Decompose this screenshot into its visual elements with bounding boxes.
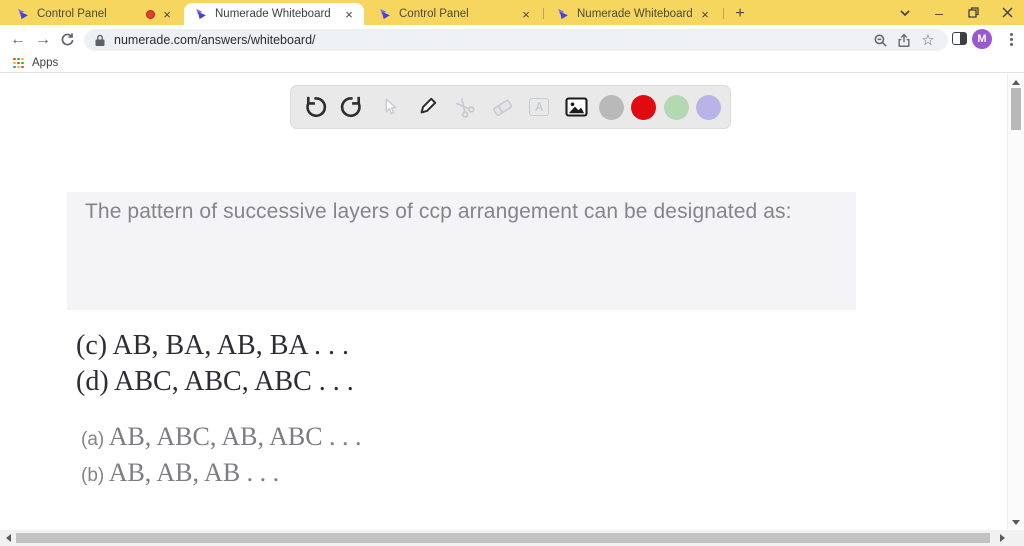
share-icon[interactable] <box>892 29 916 51</box>
apps-grid-icon[interactable] <box>13 57 24 69</box>
option-c-label: (c) <box>76 330 108 361</box>
tab-control-panel-2[interactable]: Control Panel × <box>368 3 541 25</box>
window-minimize-button[interactable]: – <box>924 0 954 25</box>
scroll-up-arrow-icon[interactable] <box>1008 76 1024 88</box>
whiteboard-toolbar: A <box>290 85 731 129</box>
tab-strip: Control Panel × Numerade Whiteboard × Co… <box>0 0 1024 25</box>
option-d-text: ABC, ABC, ABC . . . <box>114 366 354 397</box>
option-a-text: AB, ABC, AB, ABC . . . <box>108 422 362 451</box>
option-c: (c) AB, BA, AB, BA . . . <box>76 330 349 362</box>
option-b-text: AB, AB, AB . . . <box>108 458 280 487</box>
window-close-button[interactable] <box>992 0 1022 25</box>
numerade-favicon-icon <box>558 8 568 20</box>
zoom-icon[interactable] <box>868 29 892 51</box>
scroll-down-arrow-icon[interactable] <box>1008 516 1024 528</box>
tab-numerade-whiteboard-2[interactable]: Numerade Whiteboard × <box>546 3 720 25</box>
new-tab-button[interactable]: + <box>728 3 752 25</box>
reload-button[interactable] <box>54 25 80 54</box>
tab-title: Numerade Whiteboard <box>215 8 331 20</box>
apps-bookmark[interactable]: Apps <box>32 57 58 69</box>
back-button[interactable]: ← <box>5 25 31 54</box>
recording-indicator-icon <box>146 9 155 19</box>
tab-separator <box>723 8 724 19</box>
vertical-scrollbar-thumb[interactable] <box>1011 88 1021 130</box>
option-b: (b) AB, AB, AB . . . <box>81 458 279 488</box>
horizontal-scrollbar[interactable] <box>0 530 1024 546</box>
option-d-label: (d) <box>76 366 109 397</box>
scissors-tool-button[interactable] <box>449 89 479 125</box>
profile-avatar[interactable]: M <box>972 29 992 49</box>
tab-close-icon[interactable]: × <box>518 6 534 22</box>
eraser-tool-button[interactable] <box>487 89 517 125</box>
color-swatch-red[interactable] <box>631 94 657 120</box>
tab-search-chevron-icon[interactable] <box>890 0 920 25</box>
option-d: (d) ABC, ABC, ABC . . . <box>76 366 354 398</box>
question-image-block: The pattern of successive layers of ccp … <box>67 192 856 487</box>
numerade-favicon-icon <box>380 8 390 20</box>
tab-numerade-whiteboard-active[interactable]: Numerade Whiteboard × <box>184 3 364 25</box>
numerade-favicon-icon <box>18 8 28 20</box>
pen-tool-button[interactable] <box>412 89 442 125</box>
option-c-text: AB, BA, AB, BA . . . <box>112 330 350 361</box>
numerade-favicon-icon <box>196 8 206 20</box>
question-prompt: The pattern of successive layers of ccp … <box>85 200 792 223</box>
undo-button[interactable] <box>300 89 330 125</box>
tab-close-icon[interactable]: × <box>159 6 175 22</box>
horizontal-scrollbar-thumb[interactable] <box>16 533 990 543</box>
address-bar[interactable]: numerade.com/answers/whiteboard/ ☆ <box>84 29 948 51</box>
text-tool-label: A <box>529 98 550 116</box>
vertical-scrollbar[interactable] <box>1007 74 1024 530</box>
url-text: numerade.com/answers/whiteboard/ <box>114 33 316 47</box>
tab-title: Control Panel <box>37 8 107 20</box>
bookmarks-bar: Apps <box>0 54 1024 73</box>
tab-title: Control Panel <box>399 8 469 20</box>
text-tool-button[interactable]: A <box>524 89 554 125</box>
secure-lock-icon[interactable] <box>94 34 106 47</box>
window-restore-button[interactable] <box>958 0 988 25</box>
scroll-left-arrow-icon[interactable] <box>2 530 14 546</box>
option-b-label: (b) <box>81 465 105 486</box>
tab-close-icon[interactable]: × <box>697 6 713 22</box>
option-a: (a) AB, ABC, AB, ABC . . . <box>81 422 362 452</box>
tab-separator <box>543 8 544 19</box>
forward-button[interactable]: → <box>30 25 56 54</box>
navigation-bar: ← → numerade.com/answers/whiteboard/ ☆ M <box>0 25 1024 54</box>
scroll-right-arrow-icon[interactable] <box>996 530 1008 546</box>
tab-title: Numerade Whiteboard <box>577 8 693 20</box>
side-panel-icon[interactable] <box>952 32 967 45</box>
tab-close-icon[interactable]: × <box>341 6 357 22</box>
color-swatch-gray[interactable] <box>598 94 624 120</box>
cursor-tool-button[interactable] <box>375 89 405 125</box>
image-tool-button[interactable] <box>562 89 592 125</box>
bookmark-star-icon[interactable]: ☆ <box>916 29 940 51</box>
color-swatch-purple[interactable] <box>695 94 721 120</box>
browser-menu-icon[interactable] <box>1003 30 1019 49</box>
color-swatch-green[interactable] <box>663 94 689 120</box>
redo-button[interactable] <box>337 89 367 125</box>
tab-control-panel-1[interactable]: Control Panel × <box>6 3 182 25</box>
option-a-label: (a) <box>81 429 105 450</box>
